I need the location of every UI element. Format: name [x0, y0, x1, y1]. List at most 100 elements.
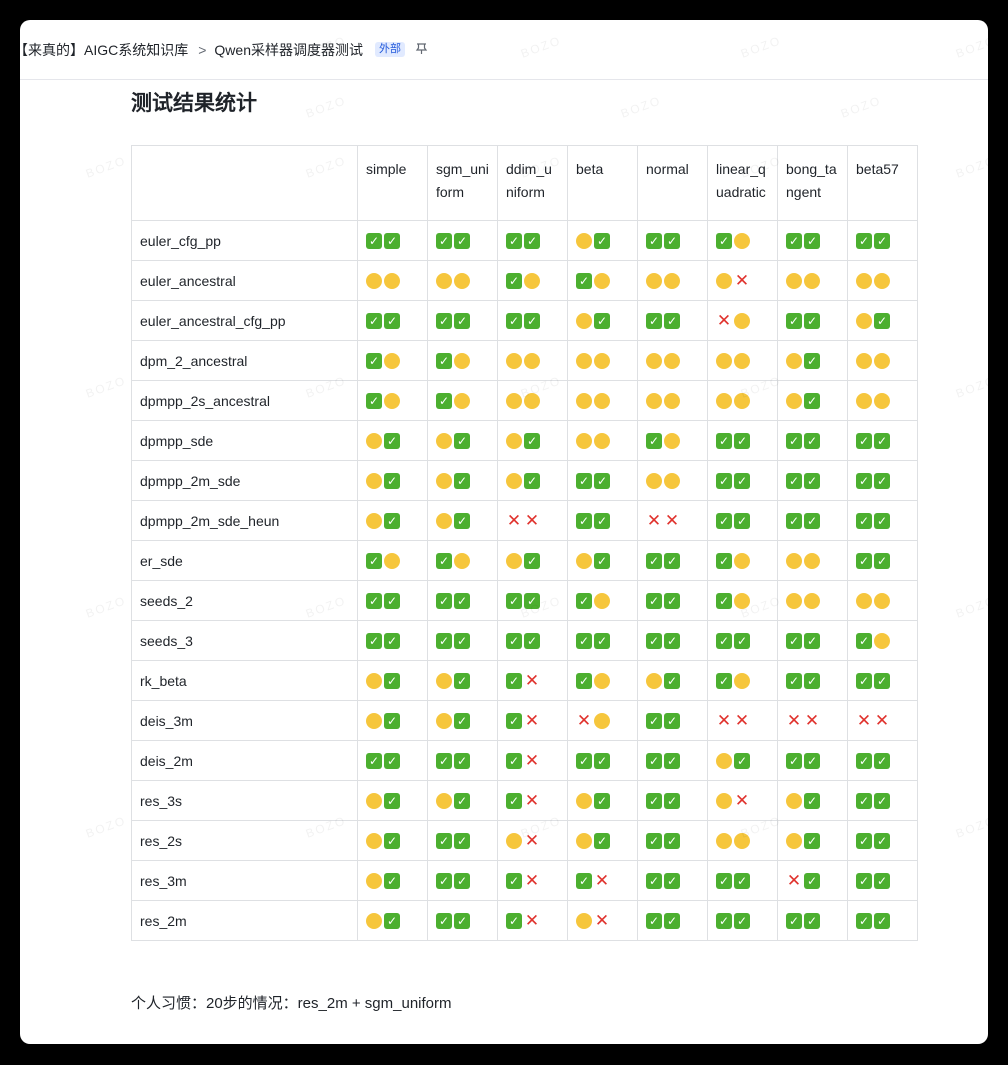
result-cell: ✓ ✓: [637, 820, 708, 861]
cross-mark-icon: ✕: [874, 711, 890, 731]
yellow-circle-icon: [454, 393, 470, 410]
result-cell: ✓ ✓: [847, 460, 918, 501]
check-mark-icon: ✓: [506, 313, 522, 330]
result-cell: ✓ ✓: [777, 300, 848, 341]
table-row: dpmpp_2m_sde ✓ ✓ ✓ ✓ ✓ ✓ ✓ ✓ ✓ ✓ ✓: [131, 460, 918, 501]
check-mark-icon: ✓: [524, 473, 540, 490]
yellow-circle-icon: [436, 513, 452, 530]
external-badge: 外部: [375, 42, 405, 57]
yellow-circle-icon: [594, 393, 610, 410]
result-cell: [567, 420, 638, 461]
cross-mark-icon: ✕: [506, 511, 522, 531]
result-cell: ✓: [427, 540, 498, 581]
header-cell: beta57: [847, 145, 918, 221]
cross-mark-icon: ✕: [594, 871, 610, 891]
sampler-name-cell: deis_3m: [131, 700, 358, 741]
check-mark-icon: ✓: [384, 673, 400, 690]
check-mark-icon: ✓: [366, 553, 382, 570]
cross-mark-icon: ✕: [786, 871, 802, 891]
result-cell: ✕: [567, 700, 638, 741]
yellow-circle-icon: [646, 393, 662, 410]
result-cell: ✓ ✓: [777, 620, 848, 661]
result-cell: ✕: [707, 260, 778, 301]
yellow-circle-icon: [366, 513, 382, 530]
check-mark-icon: ✓: [436, 593, 452, 610]
yellow-circle-icon: [786, 593, 802, 610]
table-row: dpm_2_ancestral ✓ ✓ ✓: [131, 340, 918, 381]
check-mark-icon: ✓: [734, 473, 750, 490]
check-mark-icon: ✓: [594, 553, 610, 570]
result-cell: ✓ ✓: [637, 580, 708, 621]
table-row: deis_2m ✓ ✓ ✓ ✓ ✓ ✕ ✓ ✓ ✓ ✓ ✓ ✓ ✓ ✓ ✓: [131, 740, 918, 781]
yellow-circle-icon: [664, 273, 680, 290]
result-cell: ✓ ✓: [357, 620, 428, 661]
cross-mark-icon: ✕: [524, 511, 540, 531]
yellow-circle-icon: [594, 713, 610, 730]
check-mark-icon: ✓: [646, 593, 662, 610]
check-mark-icon: ✓: [594, 233, 610, 250]
sampler-name-cell: er_sde: [131, 540, 358, 581]
header-cell: sgm_un​iform: [427, 145, 498, 221]
check-mark-icon: ✓: [804, 873, 820, 890]
result-cell: ✓ ✓: [707, 420, 778, 461]
check-mark-icon: ✓: [664, 233, 680, 250]
yellow-circle-icon: [804, 273, 820, 290]
result-cell: ✓: [357, 860, 428, 901]
yellow-circle-icon: [366, 713, 382, 730]
yellow-circle-icon: [576, 233, 592, 250]
sampler-name-cell: dpmpp_2m_sde: [131, 460, 358, 501]
check-mark-icon: ✓: [786, 913, 802, 930]
yellow-circle-icon: [506, 553, 522, 570]
header-cell: bong_ta​ngent: [777, 145, 848, 221]
pin-icon[interactable]: [415, 42, 428, 58]
yellow-circle-icon: [506, 433, 522, 450]
result-cell: ✓ ✕: [497, 860, 568, 901]
check-mark-icon: ✓: [856, 233, 872, 250]
result-cell: ✓: [357, 700, 428, 741]
yellow-circle-icon: [594, 273, 610, 290]
result-cell: ✓ ✓: [637, 540, 708, 581]
check-mark-icon: ✓: [436, 233, 452, 250]
yellow-circle-icon: [786, 273, 802, 290]
check-mark-icon: ✓: [576, 633, 592, 650]
result-cell: ✓ ✓: [357, 300, 428, 341]
yellow-circle-icon: [366, 273, 382, 290]
yellow-circle-icon: [786, 393, 802, 410]
result-cell: ✓: [567, 540, 638, 581]
result-cell: [847, 340, 918, 381]
check-mark-icon: ✓: [366, 593, 382, 610]
result-cell: ✓ ✓: [847, 420, 918, 461]
result-cell: ✓: [357, 900, 428, 941]
table-row: dpmpp_2m_sde_heun ✓ ✓ ✕ ✕ ✓ ✓ ✕ ✕ ✓ ✓ ✓ ✓ ✓ ✓: [131, 500, 918, 541]
check-mark-icon: ✓: [734, 633, 750, 650]
check-mark-icon: ✓: [856, 833, 872, 850]
check-mark-icon: ✓: [454, 593, 470, 610]
check-mark-icon: ✓: [786, 753, 802, 770]
yellow-circle-icon: [716, 753, 732, 770]
result-cell: ✓: [427, 380, 498, 421]
yellow-circle-icon: [366, 433, 382, 450]
yellow-circle-icon: [576, 393, 592, 410]
check-mark-icon: ✓: [646, 233, 662, 250]
result-cell: [637, 340, 708, 381]
result-cell: ✓: [357, 780, 428, 821]
header-cell: normal: [637, 145, 708, 221]
check-mark-icon: ✓: [874, 433, 890, 450]
check-mark-icon: ✓: [716, 673, 732, 690]
check-mark-icon: ✓: [454, 753, 470, 770]
result-cell: [777, 260, 848, 301]
yellow-circle-icon: [524, 393, 540, 410]
check-mark-icon: ✓: [436, 393, 452, 410]
check-mark-icon: ✓: [804, 393, 820, 410]
result-cell: ✓ ✓: [637, 740, 708, 781]
yellow-circle-icon: [366, 833, 382, 850]
check-mark-icon: ✓: [454, 873, 470, 890]
check-mark-icon: ✓: [874, 753, 890, 770]
check-mark-icon: ✓: [646, 793, 662, 810]
breadcrumb-parent-link[interactable]: 【来真的】AIGC系统知识库: [20, 40, 188, 60]
yellow-circle-icon: [366, 473, 382, 490]
check-mark-icon: ✓: [524, 553, 540, 570]
breadcrumb-current-page[interactable]: Qwen采样器调度器测试: [214, 40, 363, 60]
check-mark-icon: ✓: [454, 833, 470, 850]
check-mark-icon: ✓: [366, 633, 382, 650]
